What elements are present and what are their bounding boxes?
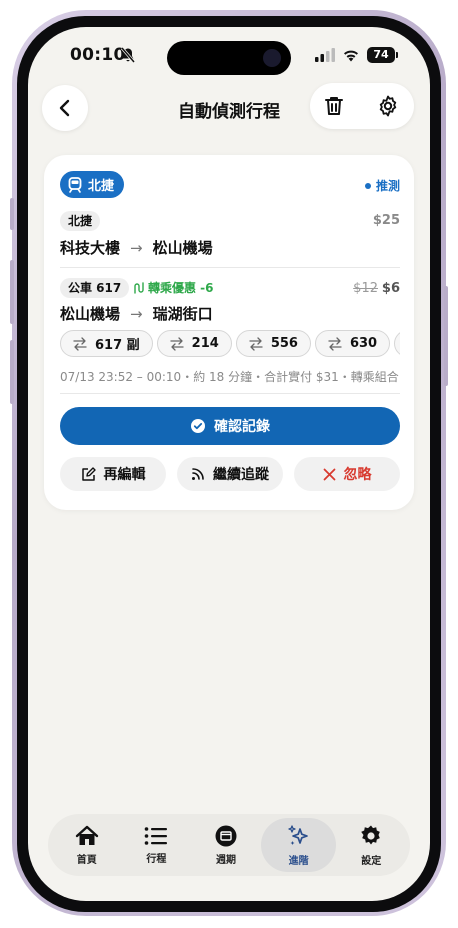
tracking-icon [192,468,204,480]
screen: 00:10 74 自動偵測行程 北捷 推測 北捷 $25 科技大樓 → 松山機場… [28,27,430,901]
arrow-right-icon: → [130,304,143,323]
swap-icon [73,336,87,351]
volume-down-button [10,340,14,404]
cellular-signal-icon [315,48,335,62]
keep-tracking-label: 繼續追蹤 [213,467,269,483]
tab-advanced[interactable]: 進階 [260,818,337,872]
alt-route-chip[interactable] [394,330,400,357]
tab-settings[interactable]: 設定 [336,818,406,872]
alt-route-label: 556 [270,336,298,351]
confirm-button-label: 確認記錄 [214,419,270,435]
inferred-label: 推測 [364,177,400,194]
tab-trips[interactable]: 行程 [122,818,192,872]
leg-1-to: 松山機場 [152,239,213,257]
ignore-button-label: 忽略 [343,467,372,483]
edit-button-label: 再編輯 [103,467,146,483]
camera-icon [263,49,281,67]
action-button [10,198,14,230]
leg-1-from: 科技大樓 [60,239,121,257]
alt-route-label: 214 [191,336,219,351]
ignore-button[interactable]: 忽略 [294,457,400,491]
tab-advanced-label: 進階 [288,855,309,867]
trash-icon[interactable] [322,94,346,118]
transfer-icon [134,281,144,294]
alt-route-label: 617 副 [95,338,140,353]
alt-route-chip[interactable]: 556 [235,330,311,357]
alt-route-label: 630 [349,336,378,351]
swap-icon [249,336,263,351]
train-icon [68,176,82,193]
leg-2-from: 松山機場 [60,305,121,323]
status-time: 00:10 [70,45,126,65]
confirm-button[interactable]: 確認記錄 [60,407,400,445]
swap-icon [328,336,342,351]
inferred-text: 推測 [375,179,400,193]
leg-2-price: $6 [381,281,400,296]
mode-badge-label: 北捷 [88,179,115,194]
arrow-right-icon: → [130,238,143,257]
tab-cycle[interactable]: 週期 [191,818,261,872]
edit-button[interactable]: 再編輯 [60,457,166,491]
trip-summary: 07/13 23:52 – 00:10・約 18 分鐘・合計實付 $31・轉乘組… [60,370,399,384]
leg-1-price: $25 [372,213,400,228]
bell-muted-icon [121,47,135,63]
alternative-routes: 617 副 214 556 630 [60,330,400,358]
list-icon [145,826,168,845]
leg-2-to: 瑞湖街口 [152,305,213,323]
tab-cycle-label: 週期 [216,854,237,866]
inferred-dot [364,182,371,189]
tab-bar: 首頁 行程 週期 進階 設定 [48,814,410,876]
home-icon [75,825,98,845]
mode-badge: 北捷 [60,171,125,198]
alt-route-chip[interactable]: 630 [314,330,391,357]
header-actions [310,83,414,129]
gear-icon [361,825,381,844]
keep-tracking-button[interactable]: 繼續追蹤 [177,457,283,491]
tab-home-label: 首頁 [76,854,97,866]
secondary-actions: 再編輯 繼續追蹤 忽略 [60,457,400,491]
leg-1-line-chip: 北捷 [60,211,101,231]
transfer-discount: 轉乘優惠 -6 [132,279,214,296]
leg-2-line-chip: 公車 617 [60,278,130,298]
leg-2-route: 松山機場 → 瑞湖街口 [60,303,213,324]
trip-card: 北捷 推測 北捷 $25 科技大樓 → 松山機場 公車 617 轉乘優惠 -6 … [44,155,414,510]
leg-divider [60,267,400,268]
sparkle-icon [287,824,308,845]
swap-icon [170,336,184,351]
alt-route-chip[interactable]: 214 [156,330,232,357]
edit-icon [81,466,96,481]
volume-up-button [10,260,14,324]
gear-icon[interactable] [376,94,400,118]
calendar-icon [215,825,237,846]
actions-divider [60,393,400,394]
battery-indicator: 74 [367,47,398,63]
wifi-icon [344,50,358,62]
check-circle-icon [191,419,205,433]
leg-1-route: 科技大樓 → 松山機場 [60,237,213,258]
leg-2-price-original: $12 [353,281,378,296]
tab-trips-label: 行程 [146,853,167,865]
tab-settings-label: 設定 [361,855,382,867]
alt-route-chip[interactable]: 617 副 [60,330,153,357]
power-button [444,286,448,386]
tab-home[interactable]: 首頁 [52,818,122,872]
dynamic-island [167,41,291,75]
status-bar: 00:10 74 [28,41,430,75]
close-icon [323,468,335,480]
transfer-discount-text: 轉乘優惠 -6 [148,281,214,295]
